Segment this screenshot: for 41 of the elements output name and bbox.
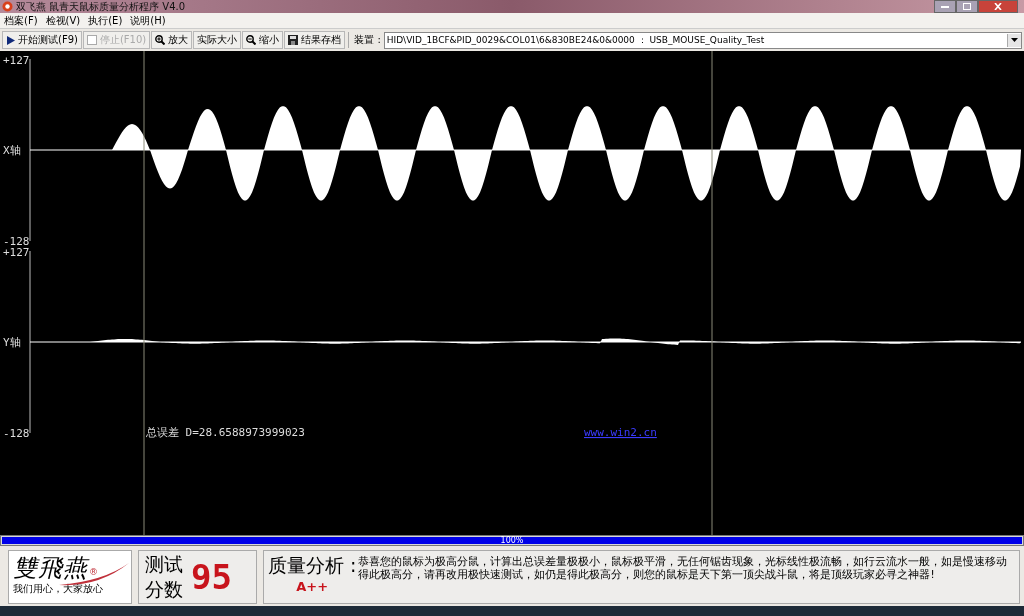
axis-min-label: -128 xyxy=(3,427,30,440)
close-icon xyxy=(994,3,1002,10)
device-label: 装置 : xyxy=(353,33,382,47)
app-icon xyxy=(2,1,13,12)
axis-label: X轴 xyxy=(3,144,21,157)
maximize-icon xyxy=(963,3,971,10)
axis-max-label: +127 xyxy=(3,246,30,259)
grade-value: A++ xyxy=(296,578,329,596)
menu-item[interactable]: 档案(F) xyxy=(4,14,38,27)
tagline: 我们用心，大家放心 xyxy=(13,583,104,595)
toolbar-button[interactable]: 放大 xyxy=(151,31,193,49)
device-dropdown[interactable]: HID\VID_1BCF&PID_0029&COL01\6&830BE24&0&0000 ： USB_MOUSE_Quality_Test xyxy=(383,31,1022,49)
brand-logo-text: 雙飛燕 xyxy=(13,553,88,583)
score-label: 测试 xyxy=(145,552,183,577)
zoom-out-icon xyxy=(246,35,257,45)
toolbar-button[interactable]: 缩小 xyxy=(242,31,284,49)
window-title: 双飞燕 鼠青天鼠标质量分析程序 V4.0 xyxy=(16,0,186,13)
toolbar-button[interactable]: 实际大小 xyxy=(193,31,242,49)
toolbar-button[interactable]: 开始测试(F9) xyxy=(2,31,82,49)
axis-label: Y轴 xyxy=(3,336,21,349)
analysis-text: 恭喜您的鼠标为极高分鼠，计算出总误差量极极小，鼠标极平滑，无任何锯齿现象，光标线性极流畅，如行云流水一般，如是慢速移动得此极高分，请再改用极快速测试，如仍是得此极高分，则您的鼠标是天下第一顶尖战斗鼠，将是顶级玩家必寻之神器! xyxy=(358,554,1009,582)
axis-min-label: -128 xyxy=(3,235,30,248)
close-button[interactable] xyxy=(978,0,1018,13)
menu-item[interactable]: 执行(E) xyxy=(88,14,123,27)
analysis-label: 质量分析 : xyxy=(268,553,357,577)
maximize-button[interactable] xyxy=(956,0,978,13)
progress-reading: 100% xyxy=(499,536,525,545)
axis-max-label: +127 xyxy=(3,54,30,67)
score-value: 95 xyxy=(191,557,232,597)
score-label: 分数 xyxy=(145,577,183,602)
registered-mark: ® xyxy=(89,567,98,577)
menu-item[interactable]: 检视(V) xyxy=(45,14,81,27)
dropdown-icon xyxy=(1011,38,1018,42)
save-icon xyxy=(288,35,299,45)
play-icon xyxy=(6,35,15,45)
toolbar-button[interactable]: 结果存档 xyxy=(284,31,346,49)
minimize-button[interactable] xyxy=(934,0,956,13)
zoom-in-icon xyxy=(155,35,166,45)
error-readout: 总误差 D=28.6588973999023 xyxy=(146,426,305,439)
minimize-icon xyxy=(941,5,949,8)
menu-item[interactable]: 说明(H) xyxy=(130,14,166,27)
